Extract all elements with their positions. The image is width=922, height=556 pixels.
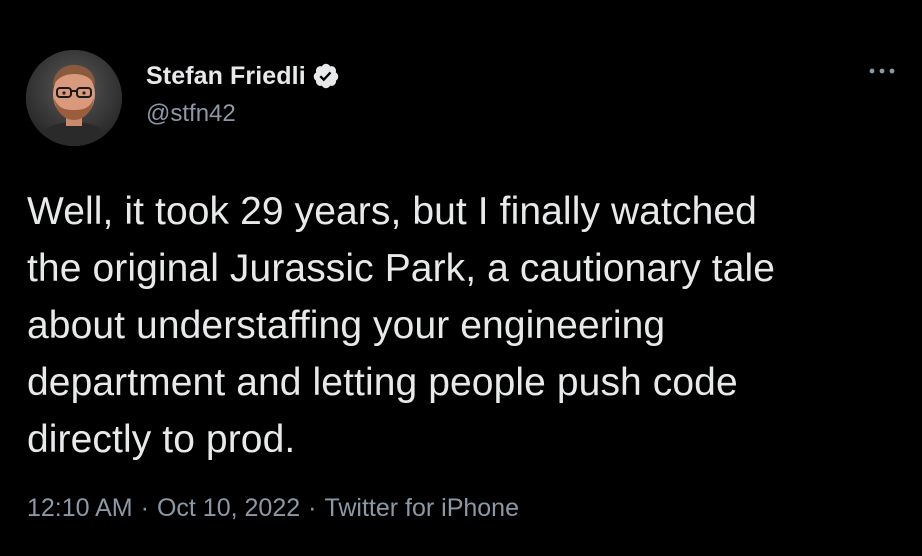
tweet-time[interactable]: 12:10 AM <box>27 494 133 523</box>
tweet-source[interactable]: Twitter for iPhone <box>324 494 519 523</box>
user-handle[interactable]: @stfn42 <box>146 100 340 128</box>
tweet-card: Stefan Friedli @stfn42 Well, it took 29 … <box>0 0 922 556</box>
more-options-icon[interactable] <box>868 62 896 80</box>
author-block[interactable]: Stefan Friedli @stfn42 <box>146 58 340 128</box>
avatar[interactable] <box>26 50 122 146</box>
avatar-image <box>26 50 122 146</box>
tweet-metadata: 12:10 AM · Oct 10, 2022 · Twitter for iP… <box>27 494 519 523</box>
separator-dot: · <box>140 494 149 522</box>
separator-dot: · <box>308 494 317 522</box>
display-name[interactable]: Stefan Friedli <box>146 62 306 91</box>
verified-badge-icon <box>312 62 340 90</box>
name-row: Stefan Friedli <box>146 58 340 94</box>
tweet-text: Well, it took 29 years, but I finally wa… <box>27 190 776 461</box>
tweet-date[interactable]: Oct 10, 2022 <box>157 494 300 523</box>
